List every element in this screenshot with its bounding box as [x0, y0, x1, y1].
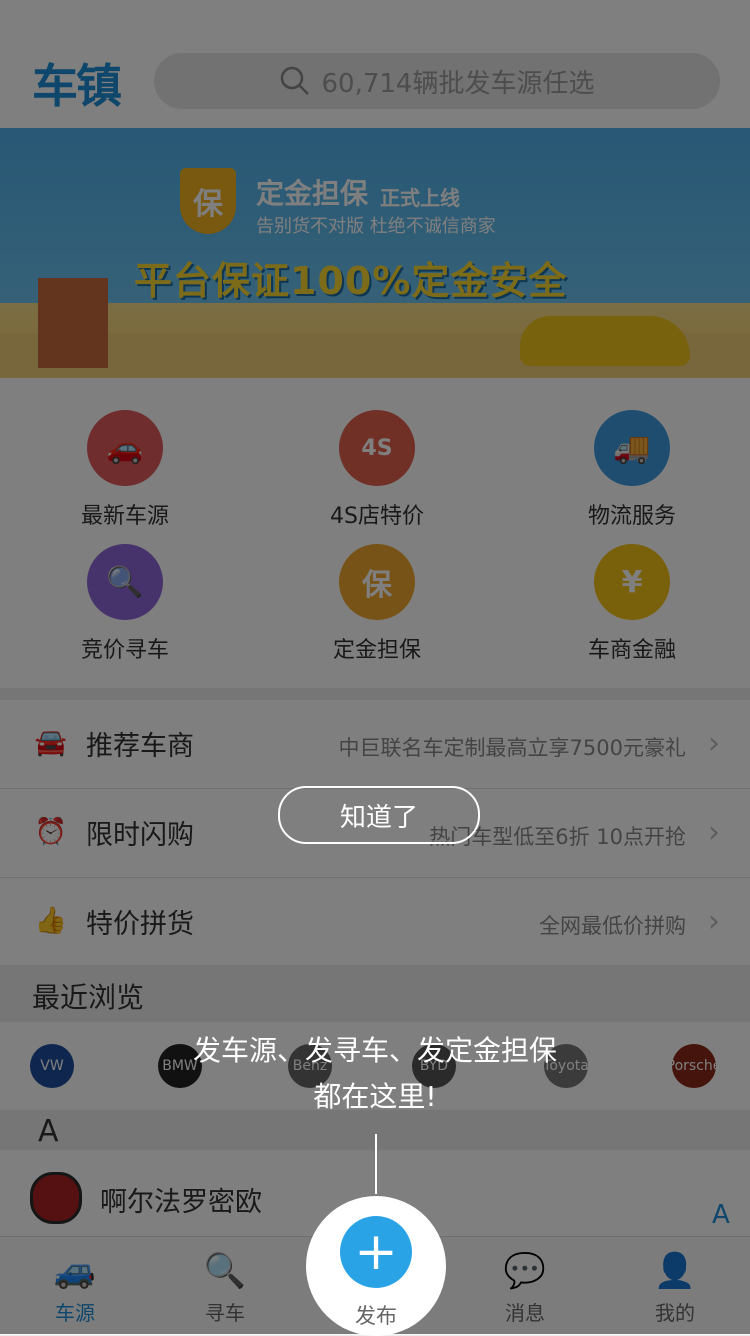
dismiss-guide-button[interactable]: 知道了	[278, 786, 480, 844]
guide-hint-line1: 发车源、发寻车、发定金担保	[192, 1034, 557, 1067]
publish-label: 发布	[355, 1304, 397, 1328]
guide-hint-text: 发车源、发寻车、发定金担保 都在这里!	[150, 1028, 600, 1120]
guide-pointer-line	[375, 1134, 377, 1194]
guide-hint-line2: 都在这里!	[313, 1080, 437, 1113]
publish-button[interactable]: +	[340, 1216, 412, 1288]
plus-icon: +	[354, 1222, 398, 1282]
